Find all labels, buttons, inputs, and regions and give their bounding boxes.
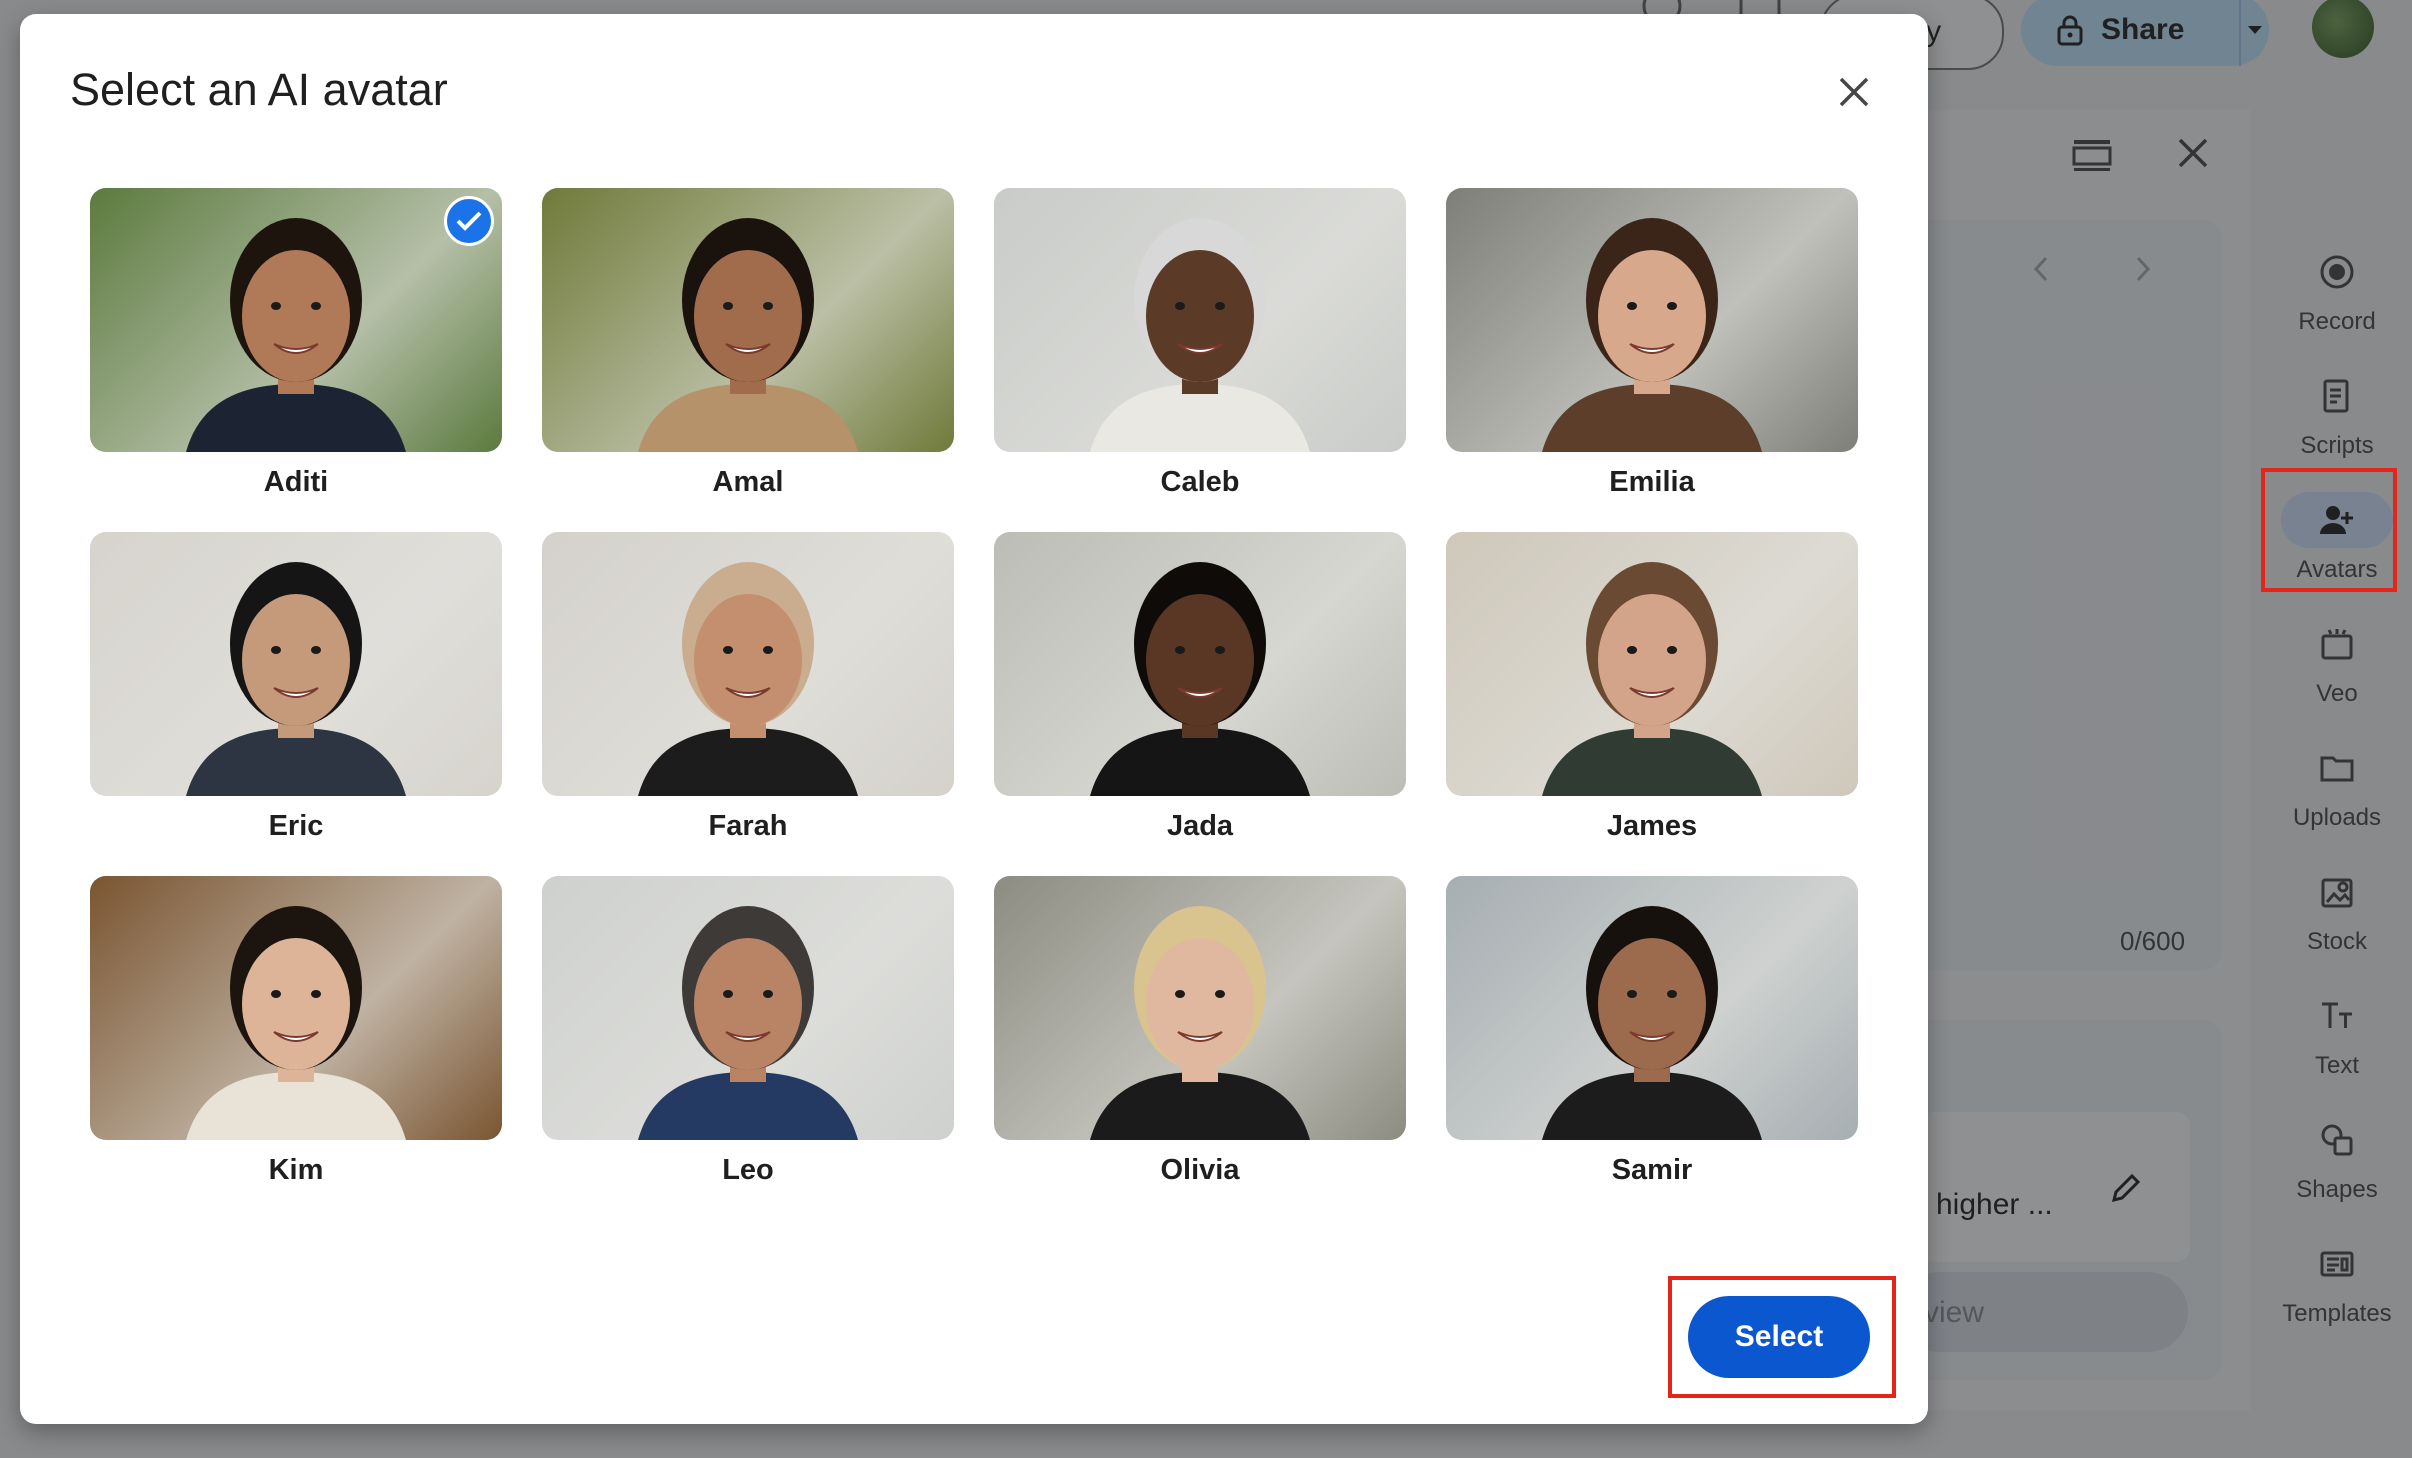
avatar-tile[interactable]: Eric xyxy=(90,532,502,843)
avatar-portrait xyxy=(1446,876,1858,1140)
avatar-dialog: Select an AI avatar Aditi Amal Caleb Emilia… xyxy=(20,14,1928,1424)
avatar-tile[interactable]: Amal xyxy=(542,188,954,499)
avatar-name: Leo xyxy=(722,1154,774,1186)
avatar-name: Samir xyxy=(1611,1154,1693,1186)
avatar-name: Kim xyxy=(268,1154,324,1186)
avatar-tile[interactable]: Aditi xyxy=(90,188,502,499)
avatar-name: Eric xyxy=(268,810,324,842)
avatar-portrait xyxy=(1446,532,1858,796)
avatar-tile[interactable]: Leo xyxy=(542,876,954,1187)
avatar-portrait xyxy=(90,188,502,452)
close-icon xyxy=(1839,77,1869,107)
avatars-highlight-box xyxy=(2261,468,2397,592)
avatar-portrait xyxy=(542,532,954,796)
avatar-portrait xyxy=(542,876,954,1140)
dialog-title: Select an AI avatar xyxy=(70,64,448,115)
avatar-name: Emilia xyxy=(1609,466,1695,498)
avatar-tile[interactable]: Olivia xyxy=(994,876,1406,1187)
avatar-portrait xyxy=(994,532,1406,796)
avatar-name: Amal xyxy=(712,466,784,498)
select-highlight-box xyxy=(1668,1276,1896,1398)
avatar-name: Caleb xyxy=(1160,466,1240,498)
avatar-portrait xyxy=(994,188,1406,452)
dialog-close-button[interactable] xyxy=(1826,64,1882,120)
avatar-tile[interactable]: James xyxy=(1446,532,1858,843)
avatar-name: Aditi xyxy=(263,466,329,498)
avatar-portrait xyxy=(994,876,1406,1140)
avatar-tile[interactable]: Jada xyxy=(994,532,1406,843)
avatar-portrait xyxy=(1446,188,1858,452)
avatar-name: James xyxy=(1606,810,1698,842)
avatar-tile[interactable]: Emilia xyxy=(1446,188,1858,499)
avatar-portrait xyxy=(542,188,954,452)
avatar-tile[interactable]: Samir xyxy=(1446,876,1858,1187)
avatar-portrait xyxy=(90,876,502,1140)
avatar-tile[interactable]: Farah xyxy=(542,532,954,843)
avatar-tile[interactable]: Caleb xyxy=(994,188,1406,499)
selected-check-icon xyxy=(444,196,494,246)
avatar-tile[interactable]: Kim xyxy=(90,876,502,1187)
avatar-name: Olivia xyxy=(1160,1154,1240,1186)
avatar-name: Farah xyxy=(708,810,788,842)
avatar-portrait xyxy=(90,532,502,796)
avatar-name: Jada xyxy=(1166,810,1234,842)
